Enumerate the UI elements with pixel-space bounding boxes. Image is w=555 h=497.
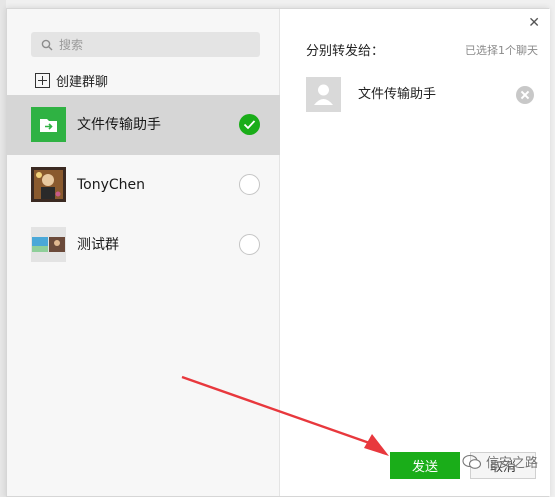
remove-selected-icon[interactable]: [516, 86, 534, 104]
contact-list: 文件传输助手 TonyChen 测试群: [7, 95, 280, 275]
selected-count: 已选择1个聊天: [465, 44, 538, 57]
contact-checkbox[interactable]: [239, 234, 260, 255]
contact-name: 文件传输助手: [77, 117, 161, 133]
send-button[interactable]: 发送: [390, 452, 460, 479]
watermark-text: 信安之路: [486, 456, 539, 471]
contact-item-file-transfer[interactable]: 文件传输助手: [7, 95, 280, 155]
search-box[interactable]: [31, 32, 260, 57]
selected-panel: ✕ 分别转发给： 已选择1个聊天 文件传输助手 发送 取消: [280, 9, 550, 496]
contact-item-tonychen[interactable]: TonyChen: [7, 155, 280, 215]
contact-picker-panel: 创建群聊 文件传输助手: [7, 9, 280, 496]
selected-chat-item: 文件传输助手: [306, 77, 546, 113]
contact-item-test-group[interactable]: 测试群: [7, 215, 280, 275]
selected-chat-name: 文件传输助手: [358, 87, 437, 102]
contact-name: 测试群: [77, 237, 119, 253]
search-icon: [41, 39, 53, 50]
create-group-button[interactable]: 创建群聊: [35, 71, 108, 90]
forward-to-title: 分别转发给：: [306, 44, 385, 59]
contact-checkbox[interactable]: [239, 174, 260, 195]
forward-dialog: 创建群聊 文件传输助手: [6, 8, 550, 497]
wechat-logo-icon: [462, 454, 482, 469]
file-transfer-avatar: [31, 107, 66, 142]
test-group-avatar: [31, 227, 66, 262]
contact-checkbox-checked[interactable]: [239, 114, 260, 135]
create-group-label: 创建群聊: [56, 75, 109, 90]
tonychen-avatar: [31, 167, 66, 202]
close-icon[interactable]: ✕: [528, 16, 540, 30]
contact-name: TonyChen: [77, 177, 146, 193]
plus-icon: [35, 73, 50, 88]
default-avatar-icon: [306, 77, 341, 112]
search-input[interactable]: [59, 37, 249, 52]
watermark: 信安之路: [462, 452, 538, 471]
checkmark-icon: [243, 120, 256, 130]
